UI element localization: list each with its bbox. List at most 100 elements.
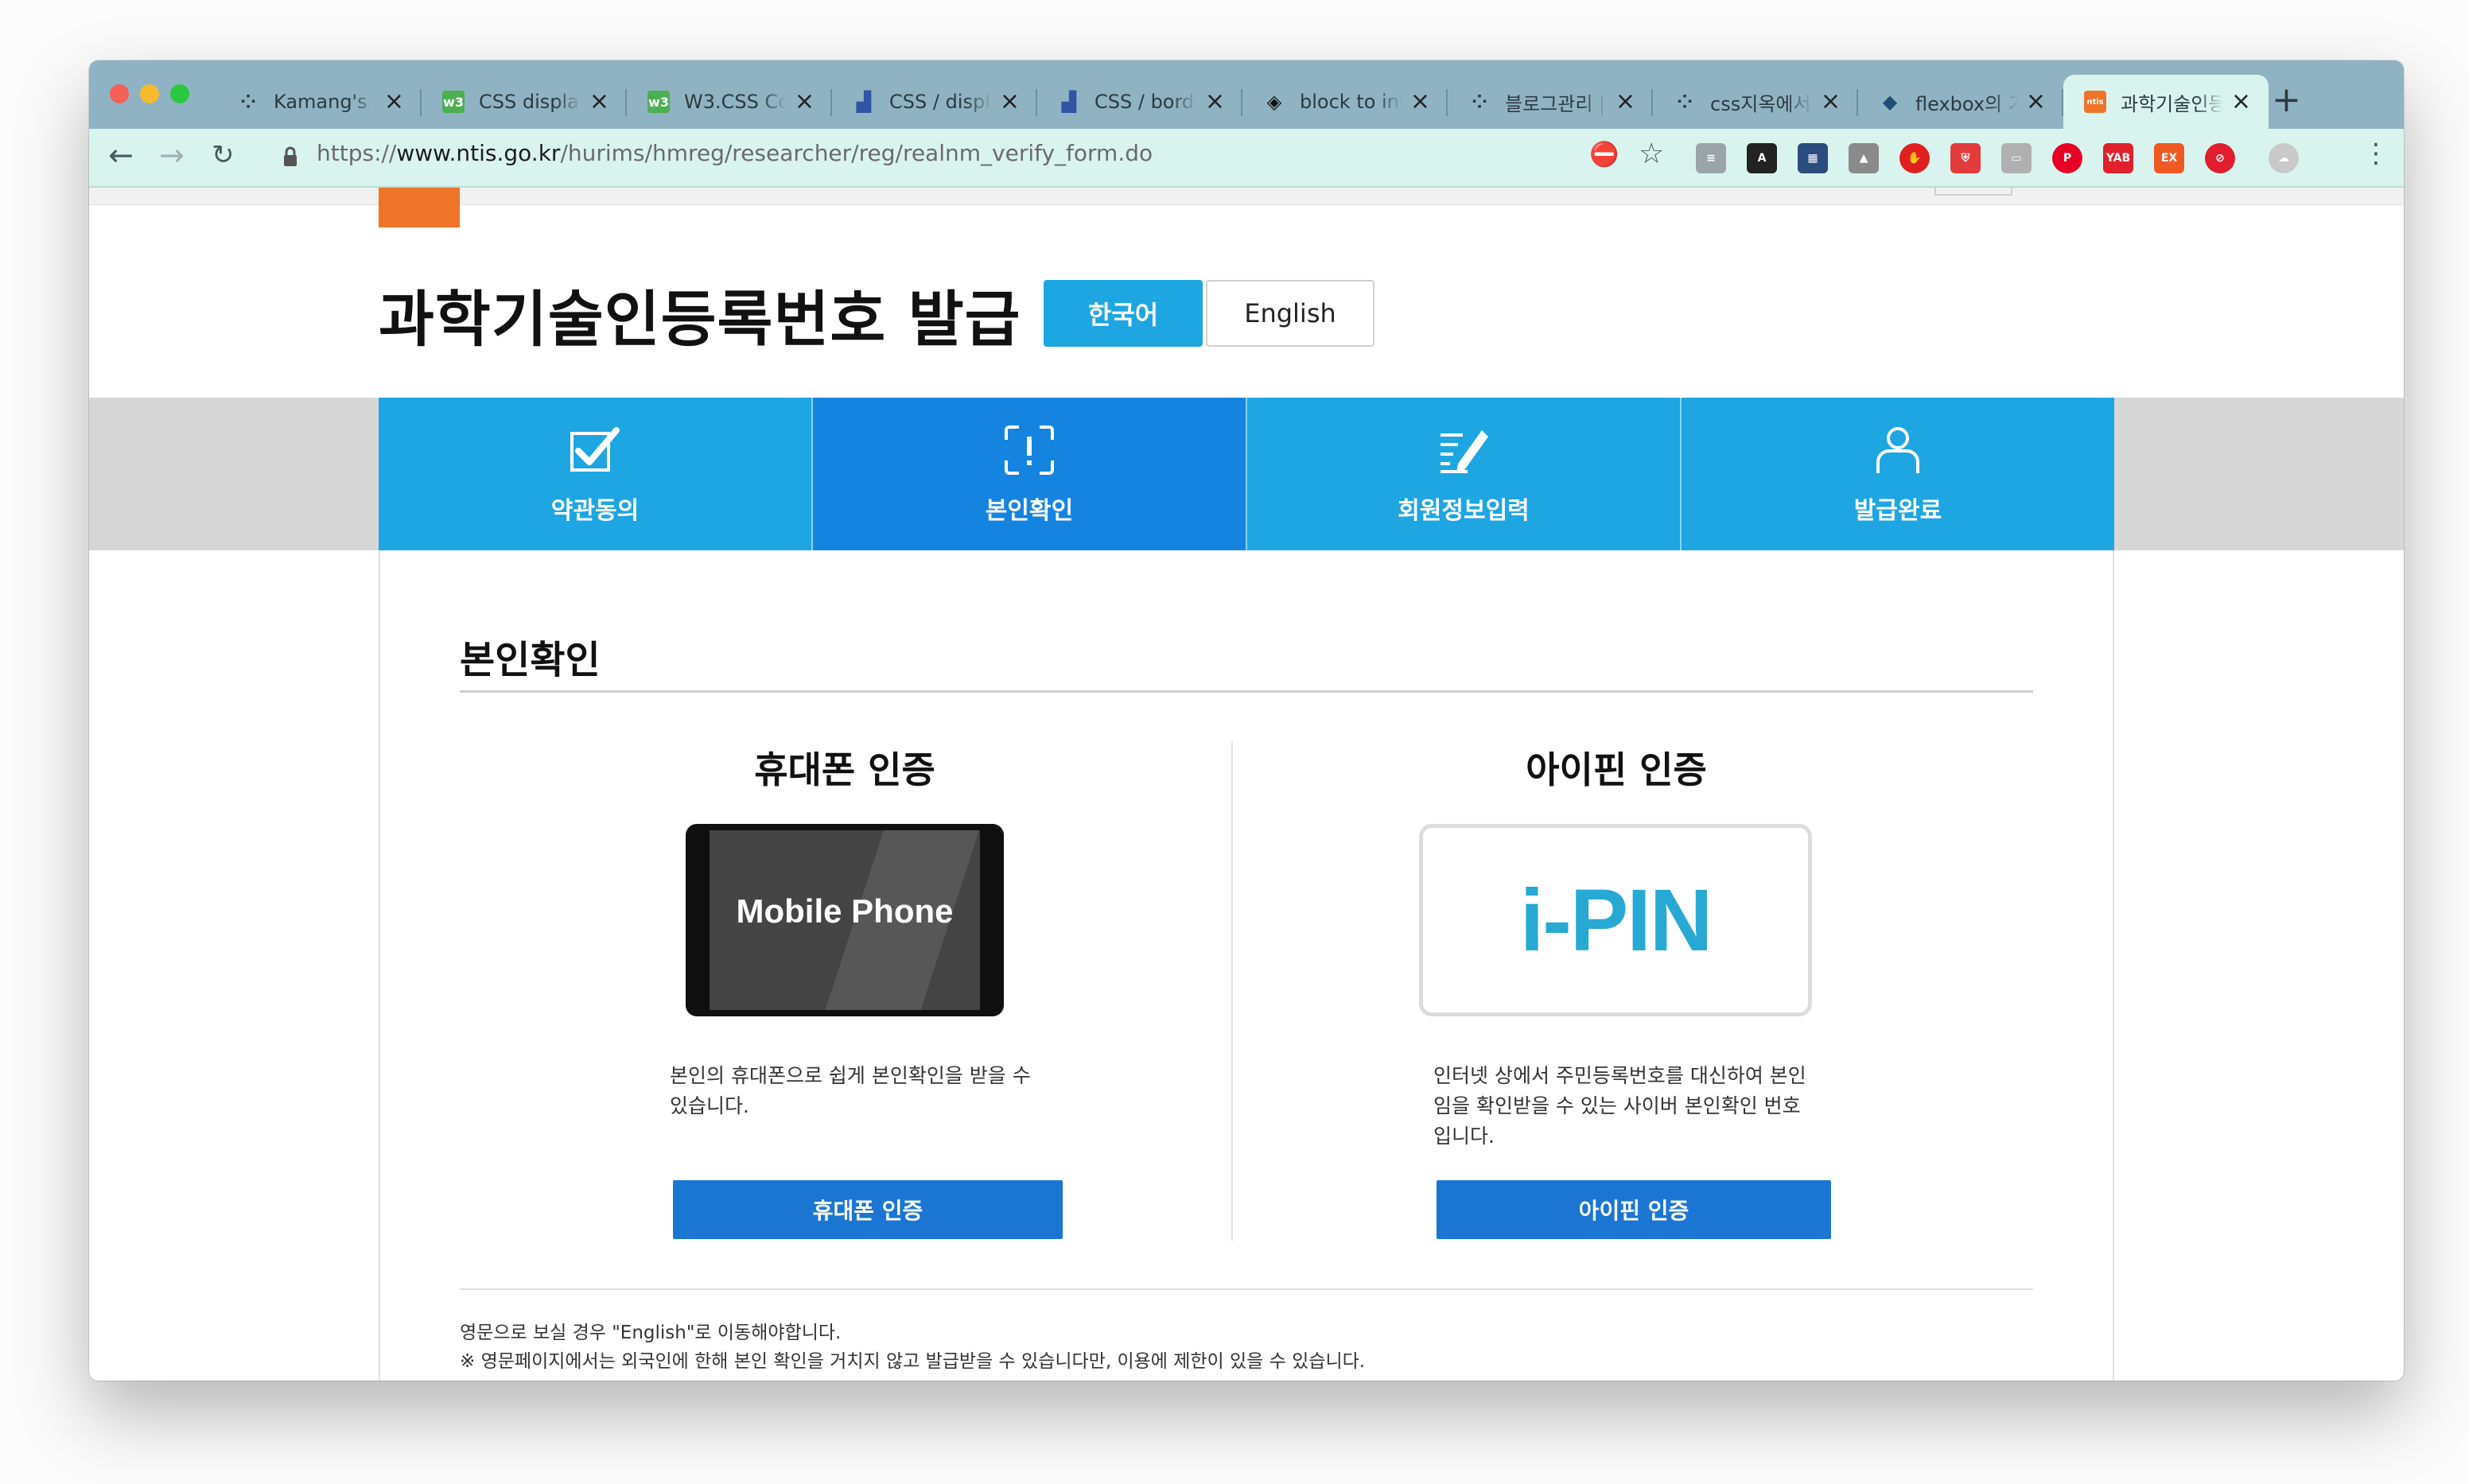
page-title: 과학기술인등록번호 발급 <box>379 284 1021 355</box>
mobile-phone-image[interactable]: Mobile Phone <box>686 824 1004 1016</box>
mobile-phone-label: Mobile Phone <box>736 892 954 930</box>
lock-icon <box>284 146 297 166</box>
reload-icon[interactable]: ↻ <box>212 142 235 169</box>
browser-window: ⁘ Kamang's I × w3 CSS display × w3 W3.CSS Co × ▟ C… <box>89 60 2404 1381</box>
foreigner-note: ※ 영문페이지에서는 외국인에 한해 본인 확인을 거치지 않고 발급받을 수 … <box>460 1351 1366 1372</box>
browser-tab[interactable]: ⁘ 블로그관리 | × <box>1448 75 1653 129</box>
ext-icon[interactable]: ▦ <box>1798 143 1828 173</box>
extension-icons: ≡ A ▦ ▲ ✋ ⛨ ▭ P YAB EX ⊘ ☁ <box>1696 143 2319 173</box>
step-member-info: 회원정보입력 <box>1247 398 1682 550</box>
step-label: 발급완료 <box>1853 497 1942 525</box>
korean-language-button[interactable]: 한국어 <box>1044 280 1203 347</box>
ipin-auth-description: 인터넷 상에서 주민등록번호를 대신하여 본인 임을 확인받을 수 있는 사이버… <box>1433 1061 1806 1152</box>
checkbox-icon <box>570 427 620 472</box>
menu-dots-icon[interactable]: ⋮ <box>2362 140 2389 167</box>
column-divider <box>1231 741 1233 1241</box>
tab-title: css지옥에서 <box>1710 92 1811 115</box>
ex-icon[interactable]: EX <box>2154 143 2184 173</box>
ipin-auth-title: 아이핀 인증 <box>1526 748 1707 791</box>
phone-auth-description: 본인의 휴대폰으로 쉽게 본인확인을 받을 수 있습니다. <box>670 1061 1031 1121</box>
browser-tab[interactable]: ⁘ css지옥에서 × <box>1653 75 1858 129</box>
w3schools-icon: w3 <box>647 91 670 113</box>
tab-title: flexbox의 기 <box>1915 92 2018 115</box>
tab-title: CSS / displ <box>889 91 990 113</box>
tab-title: CSS display <box>479 91 581 113</box>
ipin-auth-button[interactable]: 아이핀 인증 <box>1437 1180 1831 1239</box>
close-tab-icon[interactable]: × <box>795 90 815 114</box>
close-tab-icon[interactable]: × <box>2231 90 2251 114</box>
browser-tab[interactable]: ◈ block to inl × <box>1242 75 1448 129</box>
minimize-window-button[interactable] <box>140 84 159 103</box>
drive-icon[interactable]: ▲ <box>1849 143 1879 173</box>
stop-icon[interactable]: ✋ <box>1899 143 1930 173</box>
close-tab-icon[interactable]: × <box>1205 90 1225 114</box>
url-path: /hurims/hmreg/researcher/reg/realnm_veri… <box>560 140 1153 166</box>
forward-arrow-icon[interactable]: → <box>159 140 185 170</box>
profile-icon[interactable]: ☁ <box>2269 143 2299 173</box>
close-tab-icon[interactable]: × <box>384 90 404 114</box>
step-verify: 본인확인 <box>813 398 1247 550</box>
window-controls <box>110 84 189 103</box>
close-tab-icon[interactable]: × <box>1821 90 1841 114</box>
ext-icon[interactable]: ≡ <box>1696 143 1726 173</box>
url-text[interactable]: https://www.ntis.go.kr/hurims/hmreg/rese… <box>317 140 1153 166</box>
codepen-icon: ◈ <box>1266 91 1282 113</box>
browser-tab[interactable]: w3 CSS display × <box>422 75 627 129</box>
close-tab-icon[interactable]: × <box>589 90 609 114</box>
tab-title: 과학기술인등 <box>2121 92 2223 115</box>
tab-bar: ⁘ Kamang's I × w3 CSS display × w3 W3.CSS Co × ▟ C… <box>89 60 2404 129</box>
shield-icon[interactable]: ⛨ <box>1950 143 1981 173</box>
tistory-icon: ⁘ <box>1676 91 1693 113</box>
ntis-logo[interactable] <box>379 188 460 227</box>
top-utility-box <box>1934 188 2012 196</box>
browser-tab[interactable]: ntis 과학기술인등 × <box>2063 75 2269 129</box>
tab-title: W3.CSS Co <box>684 91 787 113</box>
browser-tab[interactable]: ⁘ Kamang's I × <box>216 75 422 129</box>
blocked-icon[interactable]: ⛔ <box>1589 143 1619 167</box>
content-box <box>379 550 2114 1381</box>
bar-chart-icon: ▟ <box>1061 91 1077 113</box>
bar-chart-icon: ▟ <box>856 91 872 113</box>
url-scheme: https:// <box>317 140 397 166</box>
ntis-icon: ntis <box>2084 91 2106 113</box>
desc-line: 본인의 휴대폰으로 쉽게 본인확인을 받을 수 <box>670 1064 1031 1087</box>
yab-icon[interactable]: YAB <box>2103 143 2133 173</box>
desc-line: 인터넷 상에서 주민등록번호를 대신하여 본인 <box>1433 1064 1806 1087</box>
step-label: 약관동의 <box>550 497 640 525</box>
footer-divider <box>460 1288 2033 1290</box>
a-icon[interactable]: A <box>1747 143 1777 173</box>
phone-auth-button[interactable]: 휴대폰 인증 <box>673 1180 1063 1239</box>
tab-title: block to inl <box>1300 91 1402 113</box>
ipin-image[interactable]: i-PIN <box>1419 824 1812 1016</box>
english-note: 영문으로 보실 경우 "English"로 이동해야합니다. <box>460 1323 842 1343</box>
bookmark-star-icon[interactable]: ☆ <box>1639 140 1664 169</box>
close-window-button[interactable] <box>110 84 129 103</box>
section-title: 본인확인 <box>460 638 601 682</box>
browser-tab[interactable]: ◆ flexbox의 기 × <box>1858 75 2063 129</box>
tistory-icon: ⁘ <box>239 91 257 113</box>
web-page: 과학기술인등록번호 발급 한국어 English 약관동의 본인확인 회원정보입… <box>89 188 2404 1381</box>
browser-tab[interactable]: ▟ CSS / displ × <box>832 75 1037 129</box>
close-tab-icon[interactable]: × <box>1616 90 1635 114</box>
desc-line: 임을 확인받을 수 있는 사이버 본인확인 번호 <box>1433 1094 1801 1117</box>
english-language-button[interactable]: English <box>1206 280 1374 347</box>
w3schools-icon: w3 <box>442 91 465 113</box>
url-domain: www.ntis.go.kr <box>396 140 561 166</box>
close-tab-icon[interactable]: × <box>1000 90 1020 114</box>
tab-title: 블로그관리 | <box>1505 92 1606 115</box>
tab-strip: ⁘ Kamang's I × w3 CSS display × w3 W3.CSS Co × ▟ C… <box>216 75 2269 129</box>
ext-icon[interactable]: ▭ <box>2001 143 2032 173</box>
browser-tab[interactable]: ▟ CSS / borde × <box>1037 75 1242 129</box>
desc-line: 있습니다. <box>670 1094 749 1117</box>
new-tab-button[interactable]: + <box>2272 83 2301 118</box>
pinterest-icon[interactable]: P <box>2052 143 2082 173</box>
browser-tab[interactable]: w3 W3.CSS Co × <box>627 75 832 129</box>
close-tab-icon[interactable]: × <box>2026 90 2046 114</box>
progress-steps: 약관동의 본인확인 회원정보입력 발급완료 <box>379 398 2114 550</box>
block-icon[interactable]: ⊘ <box>2205 143 2235 173</box>
close-tab-icon[interactable]: × <box>1410 90 1430 114</box>
tistory-icon: ⁘ <box>1471 91 1488 113</box>
back-arrow-icon[interactable]: ← <box>108 140 134 170</box>
maximize-window-button[interactable] <box>170 84 189 103</box>
step-label: 본인확인 <box>985 497 1074 525</box>
